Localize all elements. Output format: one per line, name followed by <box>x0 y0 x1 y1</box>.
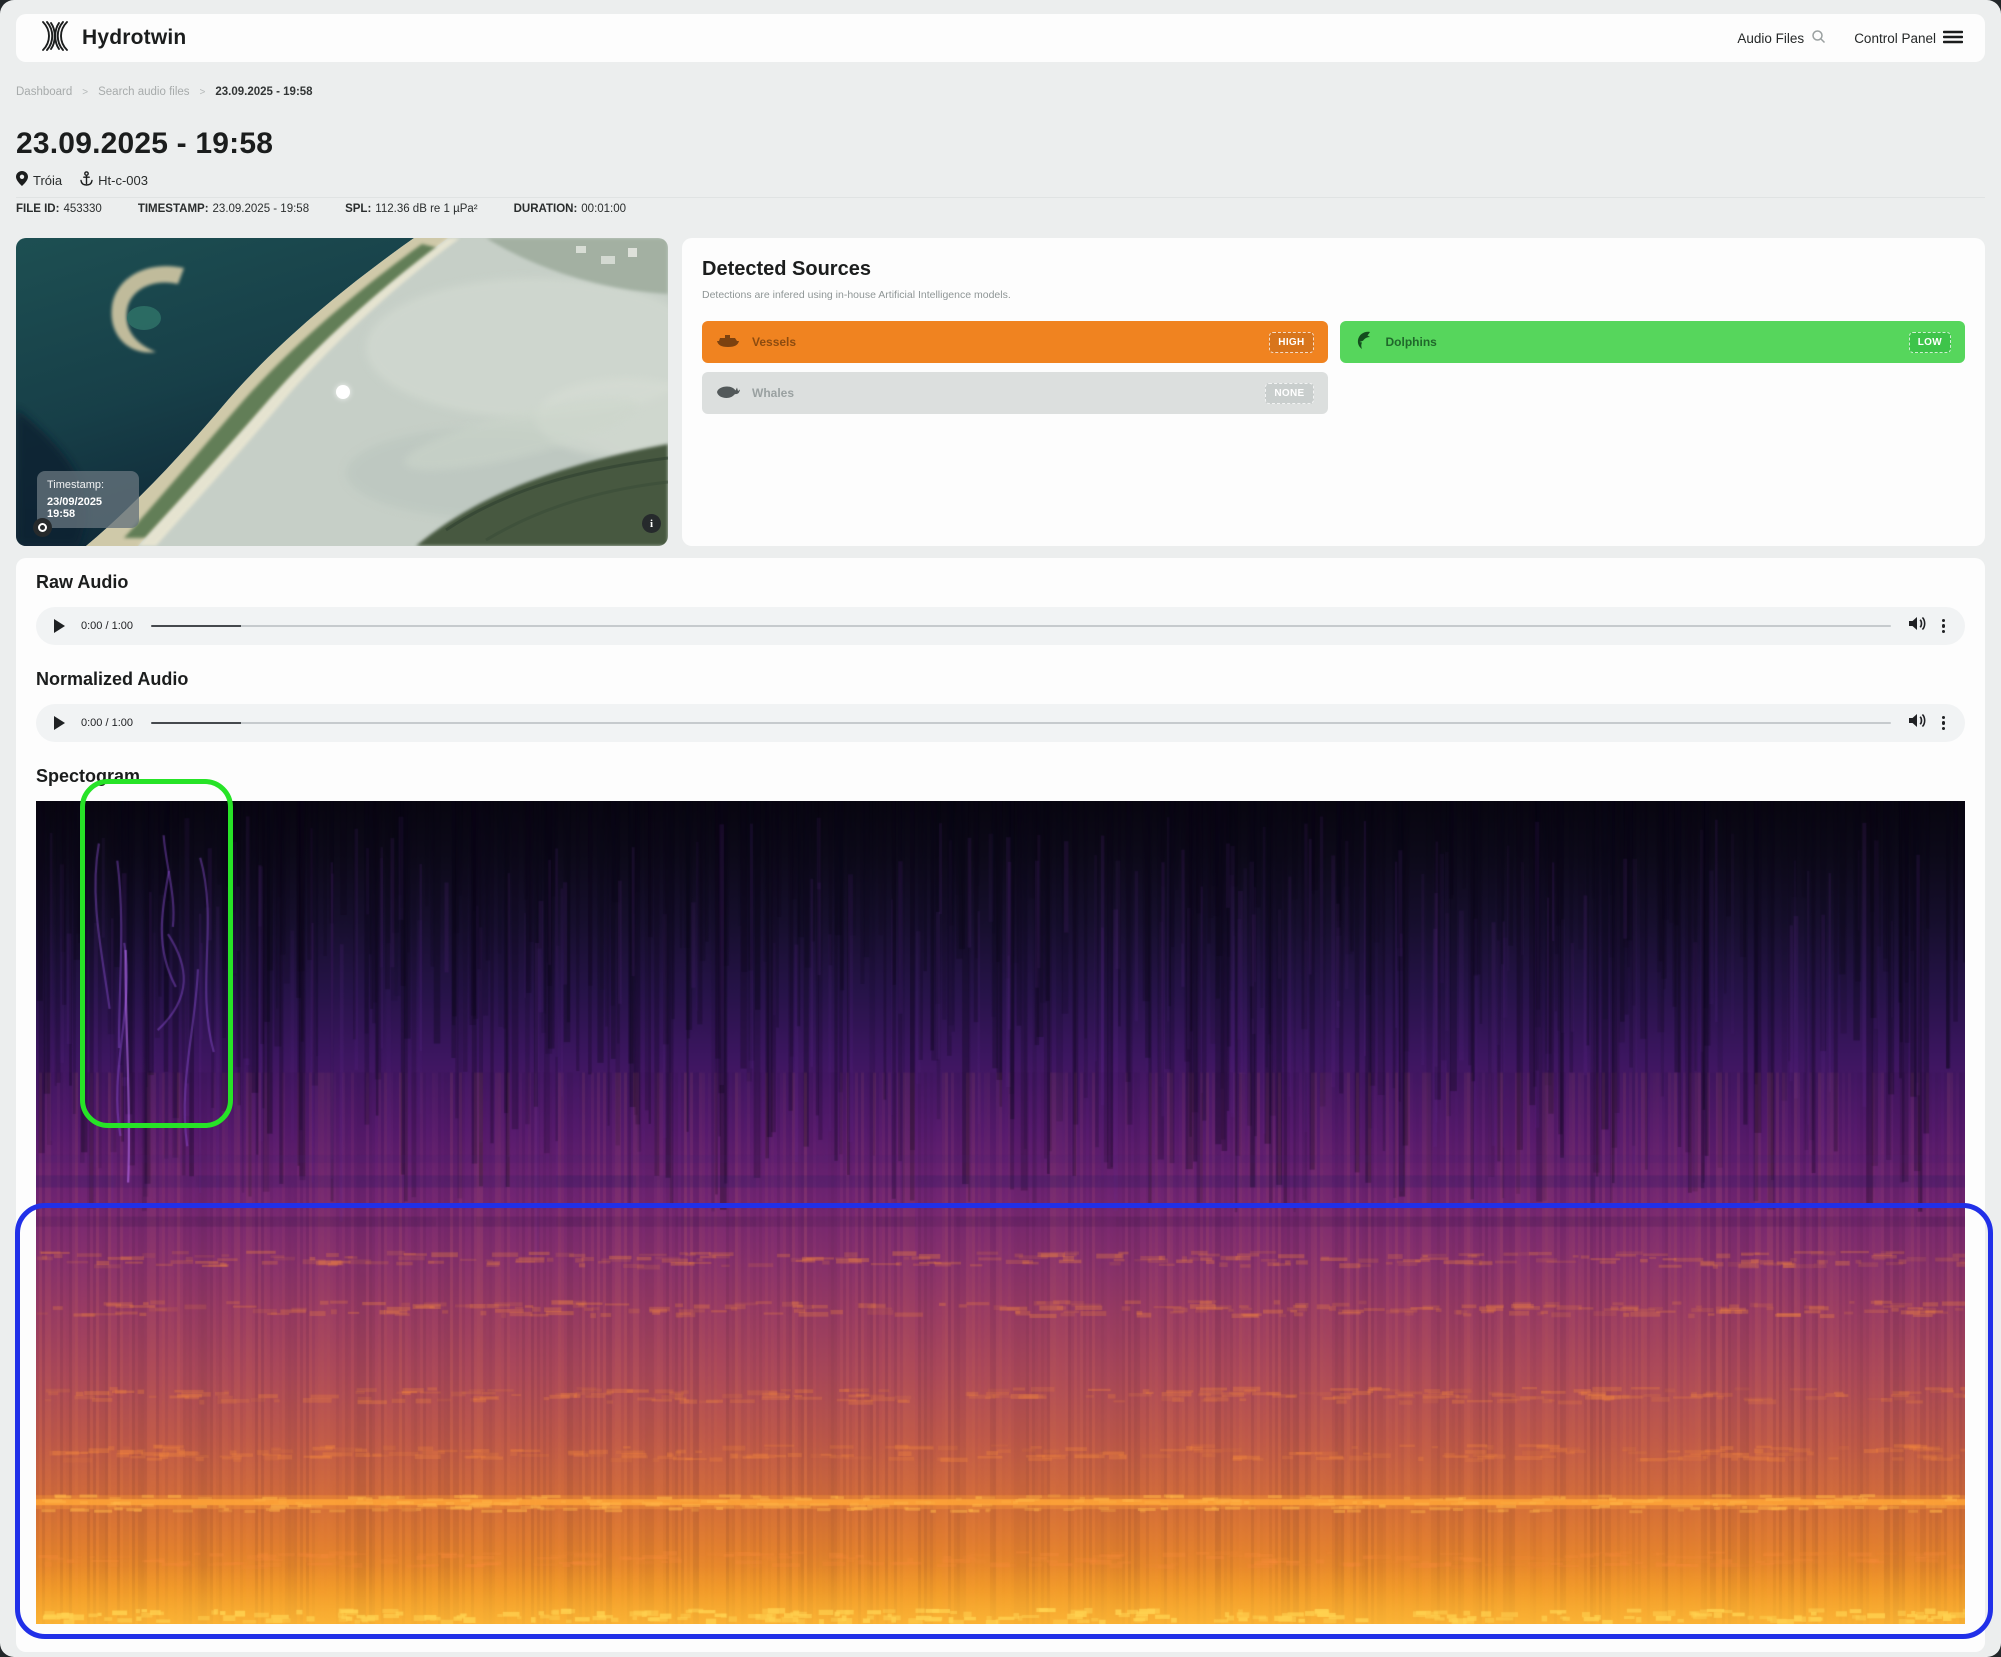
hamburger-menu-icon[interactable] <box>1943 30 1963 47</box>
seek-slider[interactable] <box>151 625 1891 627</box>
confidence-badge: LOW <box>1909 332 1951 353</box>
page: Hydrotwin Audio Files Control Panel <box>0 0 2001 1657</box>
map-timestamp-overlay: Timestamp: 23/09/2025 19:58 <box>37 471 139 528</box>
search-icon[interactable] <box>1811 29 1826 47</box>
source-label: Vessels <box>752 335 1257 349</box>
meta-duration: DURATION:00:01:00 <box>514 203 626 215</box>
file-meta-row: FILE ID:453330 TIMESTAMP:23.09.2025 - 19… <box>16 203 626 215</box>
hydrotwin-logo-icon <box>38 19 72 58</box>
confidence-badge: NONE <box>1265 383 1313 404</box>
brand-name: Hydrotwin <box>82 26 186 50</box>
location-name: Tróia <box>33 173 62 188</box>
play-icon[interactable] <box>54 619 65 633</box>
meta-timestamp: TIMESTAMP:23.09.2025 - 19:58 <box>138 203 309 215</box>
volume-icon[interactable] <box>1909 713 1926 733</box>
breadcrumb-separator: > <box>82 87 88 98</box>
meta-file-id: FILE ID:453330 <box>16 203 102 215</box>
page-title: 23.09.2025 - 19:58 <box>16 127 273 161</box>
source-chip-vessels[interactable]: Vessels HIGH <box>702 321 1328 363</box>
time-display: 0:00 / 1:00 <box>81 620 133 632</box>
hydrophone-marker[interactable] <box>336 385 350 399</box>
play-icon[interactable] <box>54 716 65 730</box>
location-item: Tróia <box>16 171 62 189</box>
time-display: 0:00 / 1:00 <box>81 717 133 729</box>
breadcrumb-dashboard[interactable]: Dashboard <box>16 86 72 98</box>
anchor-icon <box>80 171 93 189</box>
more-options-icon[interactable] <box>1940 617 1947 636</box>
breadcrumb-current: 23.09.2025 - 19:58 <box>215 86 312 98</box>
volume-icon[interactable] <box>1909 616 1926 636</box>
satellite-map[interactable]: Timestamp: 23/09/2025 19:58 i <box>16 238 668 546</box>
spectrogram-title: Spectogram <box>36 766 1965 787</box>
detected-sources-subtitle: Detections are infered using in-house Ar… <box>702 289 1965 301</box>
nav-control-panel[interactable]: Control Panel <box>1854 30 1963 47</box>
vessel-icon <box>716 332 740 353</box>
nav-audio-files[interactable]: Audio Files <box>1737 29 1826 47</box>
map-info-icon[interactable]: i <box>642 514 661 533</box>
breadcrumb: Dashboard > Search audio files > 23.09.2… <box>16 86 313 98</box>
dolphin-icon <box>1354 330 1374 355</box>
confidence-badge: HIGH <box>1269 332 1313 353</box>
header-bar: Hydrotwin Audio Files Control Panel <box>16 14 1985 62</box>
detected-sources-panel: Detected Sources Detections are infered … <box>682 238 1985 546</box>
breadcrumb-separator: > <box>200 87 206 98</box>
seek-slider[interactable] <box>151 722 1891 724</box>
audio-panel: Raw Audio 0:00 / 1:00 Normalized Audio 0… <box>16 558 1985 1652</box>
location-row: Tróia Ht-c-003 <box>16 171 148 189</box>
raw-audio-title: Raw Audio <box>36 572 1965 593</box>
raw-audio-player: 0:00 / 1:00 <box>36 607 1965 645</box>
normalized-audio-title: Normalized Audio <box>36 669 1965 690</box>
spectrogram-container <box>36 801 1965 1624</box>
source-label: Whales <box>752 386 1253 400</box>
overlay-label: Timestamp: <box>47 479 129 491</box>
breadcrumb-search-audio-files[interactable]: Search audio files <box>98 86 189 98</box>
meta-spl: SPL:112.36 dB re 1 µPa² <box>345 203 478 215</box>
brand[interactable]: Hydrotwin <box>38 19 186 58</box>
source-chip-dolphins[interactable]: Dolphins LOW <box>1340 321 1966 363</box>
detected-sources-title: Detected Sources <box>702 258 1965 281</box>
divider <box>16 197 1985 198</box>
source-label: Dolphins <box>1386 335 1897 349</box>
spectrogram-image <box>36 801 1965 1624</box>
normalized-audio-player: 0:00 / 1:00 <box>36 704 1965 742</box>
source-chip-whales[interactable]: Whales NONE <box>702 372 1328 414</box>
location-pin-icon <box>16 171 28 189</box>
whale-icon <box>716 383 740 404</box>
device-item: Ht-c-003 <box>80 171 148 189</box>
map-locate-icon[interactable] <box>33 518 52 537</box>
device-id: Ht-c-003 <box>98 173 148 188</box>
overlay-value: 23/09/2025 19:58 <box>47 496 129 520</box>
more-options-icon[interactable] <box>1940 714 1947 733</box>
